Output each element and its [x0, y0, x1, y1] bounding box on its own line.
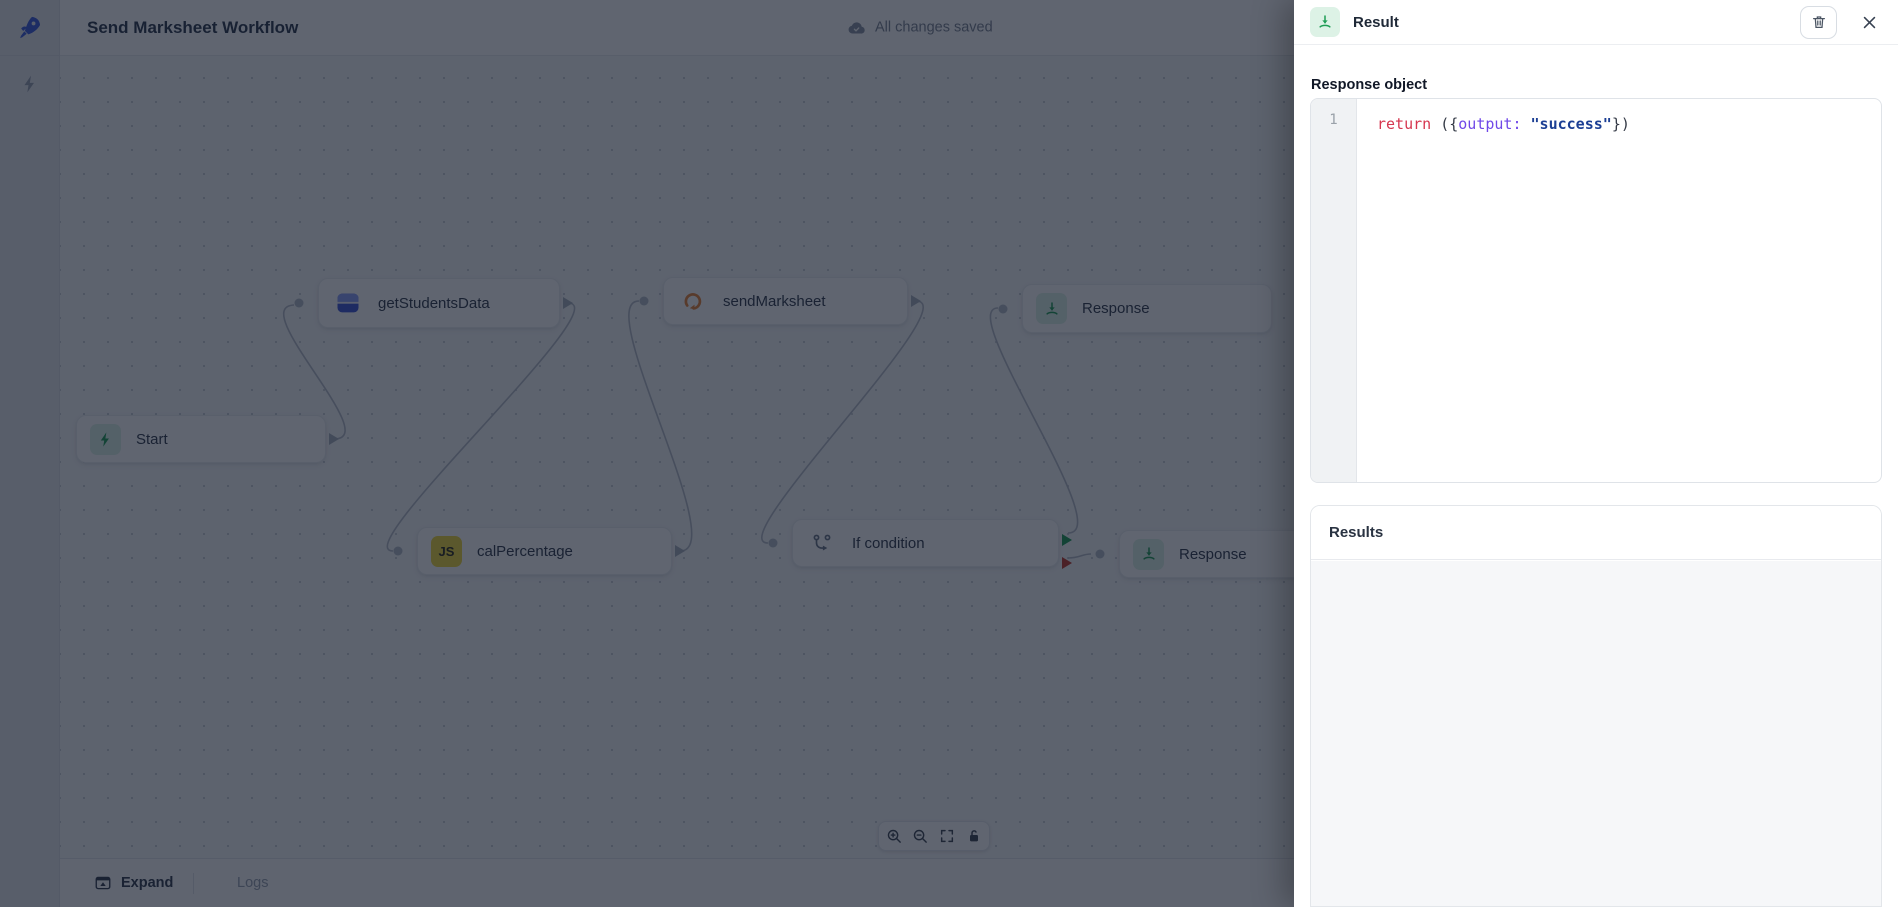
code-string: "success" — [1531, 115, 1612, 133]
code-punct: ({ — [1431, 115, 1458, 133]
output-icon — [1310, 7, 1340, 37]
panel-header: Result — [1294, 0, 1898, 45]
close-icon[interactable] — [1856, 9, 1882, 35]
app-window: Send Marksheet Workflow All changes save… — [0, 0, 1898, 907]
results-card: Results — [1310, 505, 1882, 907]
panel-title: Result — [1353, 14, 1399, 31]
delete-button[interactable] — [1800, 6, 1837, 39]
results-label: Results — [1329, 524, 1383, 541]
code-keyword: return — [1377, 115, 1431, 133]
results-body — [1311, 561, 1881, 906]
code-property: output: — [1458, 115, 1521, 133]
line-number: 1 — [1329, 112, 1337, 128]
line-number-gutter: 1 — [1311, 99, 1357, 482]
code-space — [1522, 115, 1531, 133]
results-header: Results — [1311, 506, 1881, 560]
result-panel: Result Response object 1 return ({output… — [1294, 0, 1898, 907]
code-content[interactable]: return ({output: "success"}) — [1357, 99, 1881, 482]
response-object-label: Response object — [1311, 77, 1427, 93]
code-punct: }) — [1612, 115, 1630, 133]
code-editor[interactable]: 1 return ({output: "success"}) — [1310, 98, 1882, 483]
